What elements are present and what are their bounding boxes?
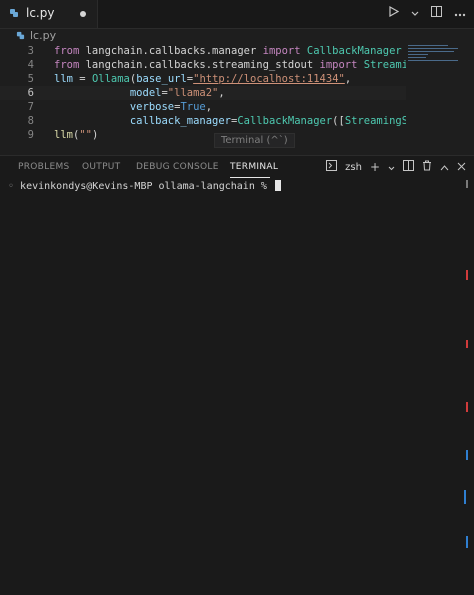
split-terminal-icon[interactable] bbox=[403, 160, 414, 174]
chevron-down-icon[interactable] bbox=[388, 160, 395, 174]
code-token: langchain.callbacks.streaming_stdout bbox=[85, 59, 320, 71]
close-icon[interactable] bbox=[457, 160, 466, 174]
terminal-shell-icon[interactable] bbox=[326, 160, 338, 174]
terminal-line[interactable]: ◦ kevinkondys@Kevins-MBP ollama-langchai… bbox=[8, 180, 281, 194]
line-number: 3 bbox=[27, 45, 34, 57]
bottom-panel: PROBLEMS OUTPUT DEBUG CONSOLE TERMINAL z… bbox=[0, 155, 474, 595]
line-code: verbose=True, bbox=[54, 100, 212, 114]
editor-tab-bar: lc.py bbox=[0, 0, 474, 29]
editor-tab[interactable]: lc.py bbox=[0, 0, 98, 28]
breadcrumb: lc.py bbox=[0, 28, 474, 44]
tab-debug-console[interactable]: DEBUG CONSOLE bbox=[136, 162, 219, 172]
code-line[interactable]: 4 from langchain.callbacks.streaming_stdo… bbox=[0, 58, 406, 72]
code-token: StreamingStdOutC bbox=[344, 115, 406, 127]
breadcrumb-file[interactable]: lc.py bbox=[30, 29, 56, 42]
code-token: CallbackManager bbox=[306, 45, 402, 57]
line-number: 4 bbox=[27, 59, 34, 71]
code-token: , bbox=[218, 87, 225, 99]
shell-name[interactable]: zsh bbox=[345, 162, 362, 173]
code-token: model bbox=[129, 87, 162, 99]
code-token: "llama2" bbox=[167, 87, 219, 99]
code-token: import bbox=[262, 45, 307, 57]
line-number: 9 bbox=[27, 129, 34, 141]
line-number: 7 bbox=[27, 101, 34, 113]
python-file-icon bbox=[10, 9, 18, 17]
new-terminal-icon[interactable]: + bbox=[370, 160, 380, 174]
code-token: "" bbox=[79, 129, 92, 141]
more-icon[interactable] bbox=[454, 6, 466, 20]
line-code: from langchain.callbacks.streaming_stdou… bbox=[54, 58, 406, 72]
run-icon[interactable] bbox=[389, 5, 400, 20]
panel-actions: zsh + bbox=[326, 160, 466, 174]
code-line[interactable]: 3 from langchain.callbacks.manager import… bbox=[0, 44, 406, 58]
line-code: llm = Ollama(base_url="http://localhost:… bbox=[54, 72, 351, 86]
terminal-tooltip: Terminal (^`) bbox=[214, 133, 295, 148]
active-tab-indicator bbox=[230, 177, 270, 178]
code-token: base_url bbox=[136, 73, 187, 85]
code-token: llm bbox=[54, 129, 73, 141]
code-token: callback_manager bbox=[129, 115, 232, 127]
code-token: langchain.callbacks.manager bbox=[85, 45, 263, 57]
code-line[interactable]: 6 model="llama2", bbox=[0, 86, 406, 100]
split-editor-icon[interactable] bbox=[431, 6, 442, 20]
code-editor[interactable]: 3 from langchain.callbacks.manager import… bbox=[0, 43, 406, 151]
line-number: 6 bbox=[27, 87, 34, 99]
python-file-icon bbox=[16, 31, 25, 40]
tab-terminal[interactable]: TERMINAL bbox=[230, 162, 278, 172]
trash-icon[interactable] bbox=[422, 160, 432, 174]
chevron-up-icon[interactable] bbox=[440, 160, 449, 174]
code-token: , bbox=[344, 73, 352, 85]
tab-output[interactable]: OUTPUT bbox=[82, 162, 120, 172]
chevron-down-icon[interactable] bbox=[411, 6, 419, 20]
tab-problems[interactable]: PROBLEMS bbox=[18, 162, 70, 172]
unsaved-dot-icon[interactable] bbox=[80, 11, 86, 17]
code-token: CallbackManager bbox=[237, 115, 333, 127]
line-code: llm("") bbox=[54, 128, 98, 142]
prompt-dot-icon: ◦ bbox=[8, 181, 21, 192]
code-token: llm bbox=[54, 73, 80, 85]
code-token: ) bbox=[91, 129, 99, 141]
code-token: from bbox=[54, 45, 86, 57]
code-line[interactable]: 9 llm("") bbox=[0, 128, 406, 142]
code-line[interactable]: 7 verbose=True, bbox=[0, 100, 406, 114]
line-code: model="llama2", bbox=[54, 86, 225, 100]
code-token: StreamingStdOu bbox=[363, 59, 406, 71]
line-code: callback_manager=CallbackManager([Stream… bbox=[54, 114, 406, 128]
code-token: True bbox=[180, 101, 206, 113]
line-number: 8 bbox=[27, 115, 34, 127]
code-token: from bbox=[54, 59, 86, 71]
code-line[interactable]: 5 llm = Ollama(base_url="http://localhost… bbox=[0, 72, 406, 86]
minimap[interactable] bbox=[408, 43, 462, 71]
code-token: import bbox=[319, 59, 364, 71]
terminal-cursor bbox=[274, 180, 281, 191]
code-token: = bbox=[79, 73, 92, 85]
code-token: , bbox=[205, 101, 213, 113]
code-token: verbose bbox=[129, 101, 175, 113]
line-code: from langchain.callbacks.manager import … bbox=[54, 44, 402, 58]
overview-ruler[interactable] bbox=[462, 180, 474, 594]
line-number: 5 bbox=[27, 73, 34, 85]
tab-label: lc.py bbox=[26, 6, 55, 20]
code-token: "http://localhost:11434" bbox=[193, 73, 345, 85]
code-line[interactable]: 8 callback_manager=CallbackManager([Stre… bbox=[0, 114, 406, 128]
terminal-prompt: kevinkondys@Kevins-MBP ollama-langchain … bbox=[20, 181, 273, 192]
code-token: Ollama bbox=[91, 73, 130, 85]
code-token: ([ bbox=[332, 115, 345, 127]
